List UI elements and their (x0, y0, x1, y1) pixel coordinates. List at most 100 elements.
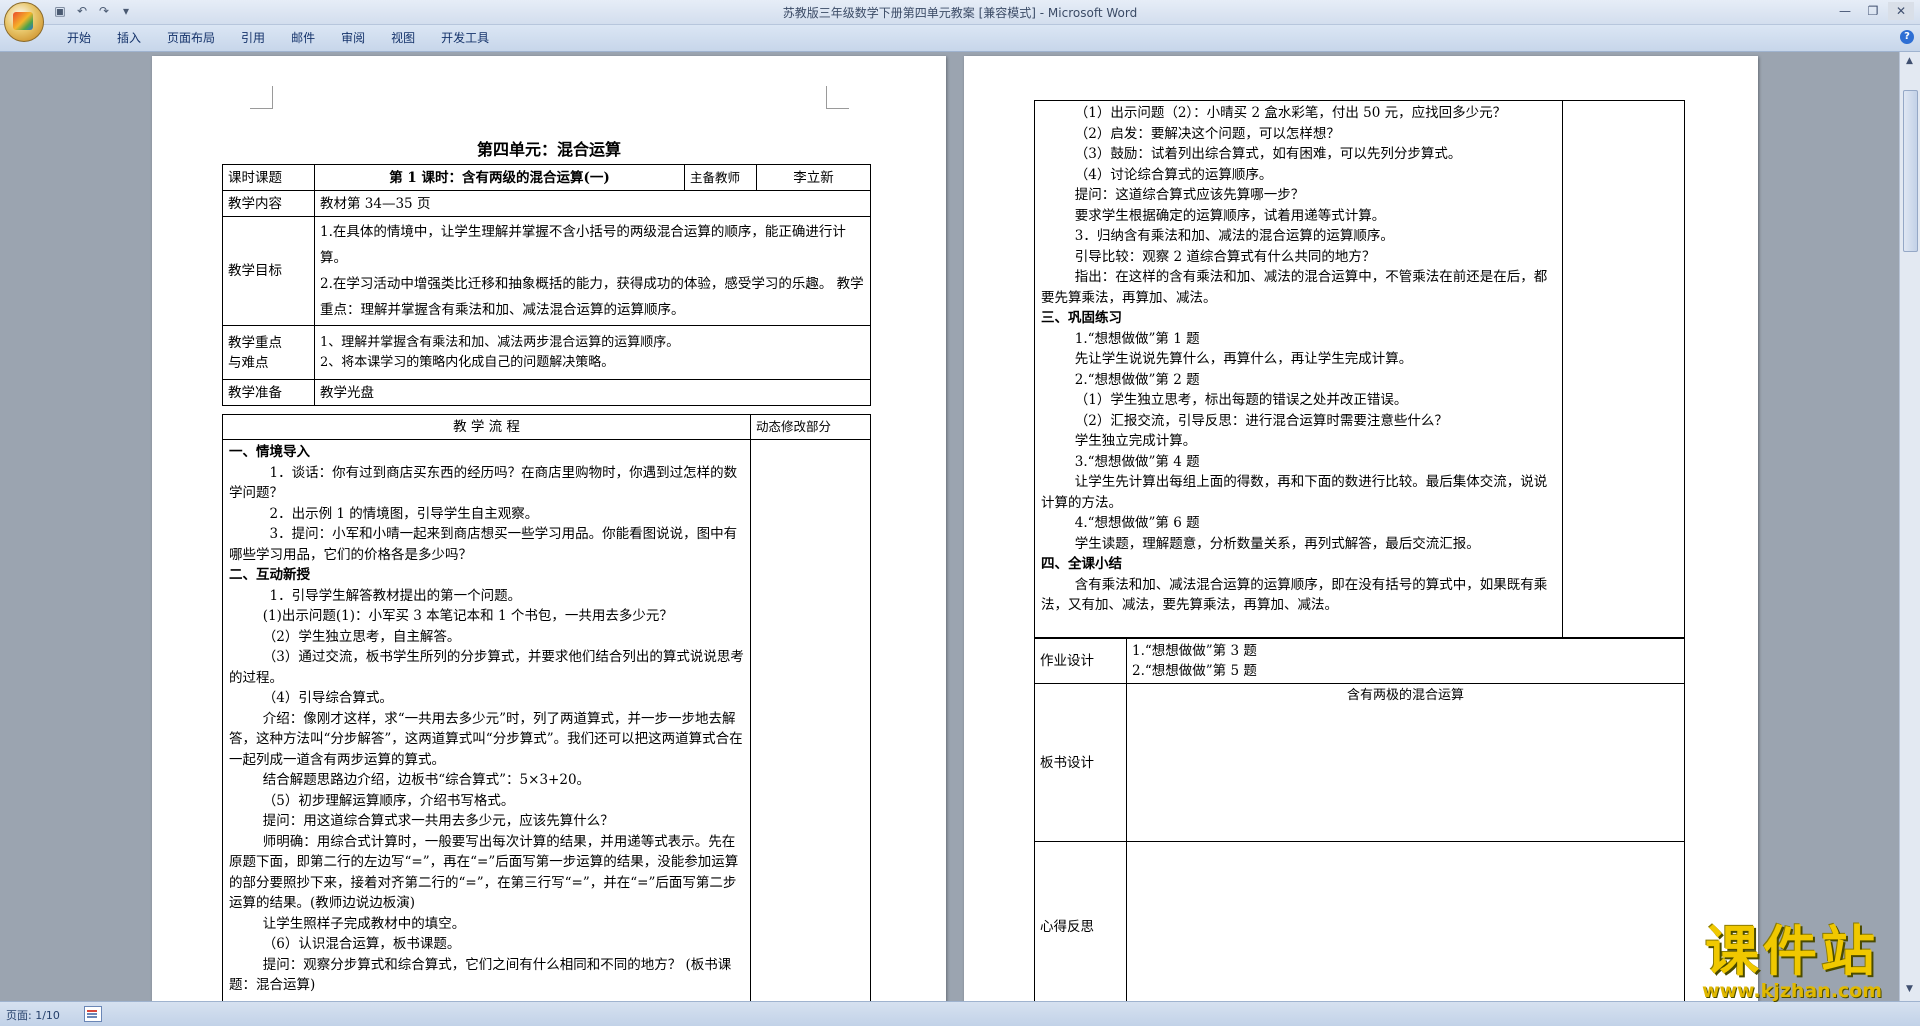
ribbon-tab[interactable]: 审阅 (328, 25, 378, 51)
flow-paragraph: 介绍：像刚才这样，求“一共用去多少元”时，列了两道算式，并一步一步地去解答，这种… (229, 710, 743, 768)
goals-cell[interactable]: 1.在具体的情境中，让学生理解并掌握不含小括号的两级混合运算的顺序，能正确进行计… (314, 216, 871, 326)
flow-paragraph: 1．引导学生解答教材提出的第一个问题。 (269, 587, 522, 604)
section-heading: 三、巩固练习 (1041, 310, 1122, 326)
ribbon-tab[interactable]: 视图 (378, 25, 428, 51)
revise-header: 动态修改部分 (750, 414, 871, 440)
watermark-url: www.kjzhan.com (1701, 980, 1883, 1002)
goal-line: 1.在具体的情境中，让学生理解并掌握不含小括号的两级混合运算的顺序，能正确进行计… (320, 224, 846, 266)
ribbon-tabs: 开始 插入 页面布局 引用 邮件 审阅 视图 开发工具 (54, 25, 502, 51)
maximize-icon[interactable]: ❐ (1860, 2, 1886, 20)
lesson-info-table: 课时课题 第 1 课时：含有两级的混合运算(一) 主备教师 李立新 教学内容 教… (222, 164, 871, 406)
flow-paragraph: 提问：用这道综合算式求一共用去多少元，应该先算什么？ (262, 813, 614, 829)
flow-paragraph: 2．出示例 1 的情境图，引导学生自主观察。 (269, 505, 539, 522)
prep-label: 教学准备 (222, 379, 315, 406)
flow-paragraph: （4）引导综合算式。 (262, 690, 393, 706)
reflection-cell[interactable] (1126, 841, 1685, 1001)
page-1: 第四单元：混合运算 课时课题 第 1 课时：含有两级的混合运算(一) 主备教师 … (152, 56, 946, 1001)
goal-line: 2.在学习活动中增强类比迁移和抽象概括的能力，获得成功的体验，感受学习的乐趣。 … (320, 276, 864, 318)
flow-paragraph: （2）启发：要解决这个问题，可以怎样想？ (1074, 125, 1340, 142)
revise-cell[interactable] (750, 439, 871, 1001)
help-icon[interactable]: ? (1900, 30, 1914, 44)
flow-paragraph: 指出：在这样的含有乘法和加、减法的混合运算中，不管乘法在前还是在后，都要先算乘法… (1041, 269, 1548, 306)
content-value[interactable]: 教材第 34—35 页 (314, 190, 871, 217)
content-label: 教学内容 (222, 190, 315, 217)
ribbon-tab[interactable]: 开始 (54, 25, 104, 51)
flow-paragraph: （3）通过交流，板书学生所列的分步算式，并要求他们结合列出的算式说说思考的过程。 (229, 649, 744, 686)
reflection-label: 心得反思 (1034, 841, 1127, 1001)
flow-paragraph: 3．归纳含有乘法和加、减法的混合运算的运算顺序。 (1074, 228, 1394, 244)
ribbon-tab[interactable]: 邮件 (278, 25, 328, 51)
section-heading: 四、全课小结 (1041, 556, 1122, 572)
scrollbar-thumb[interactable] (1903, 90, 1918, 252)
homework-board-table: 作业设计 1.“想想做做”第 3 题 2.“想想做做”第 5 题 板书设计 含有… (1034, 638, 1685, 1001)
title-bar: ▣ ↶ ↷ ▾ 苏教版三年级数学下册第四单元教案 [兼容模式] - Micros… (0, 0, 1920, 25)
close-icon[interactable]: ✕ (1888, 2, 1914, 20)
ribbon-tab[interactable]: 页面布局 (154, 25, 228, 51)
document-title: 第四单元：混合运算 (476, 140, 621, 159)
flow-paragraph: 2.“想想做做”第 2 题 (1074, 371, 1200, 388)
homework-line: 2.“想想做做”第 5 题 (1132, 663, 1257, 679)
homework-line: 1.“想想做做”第 3 题 (1132, 643, 1257, 659)
flow-paragraph: 4.“想想做做”第 6 题 (1074, 515, 1200, 531)
vertical-scrollbar[interactable]: ▲ ▼ (1899, 52, 1920, 1001)
section-heading: 二、互动新授 (229, 567, 310, 583)
flow-continued-table: （1）出示问题（2）：小晴买 2 盒水彩笔，付出 50 元，应找回多少元？ （2）… (1034, 100, 1685, 638)
flow-paragraph: （1）学生独立思考，标出每题的错误之处并改正错误。 (1074, 392, 1408, 408)
proofing-icon[interactable] (84, 1006, 102, 1022)
flow-content: （1）出示问题（2）：小晴买 2 盒水彩笔，付出 50 元，应找回多少元？ （2）… (1035, 101, 1562, 618)
flow-cell[interactable]: 一、情境导入 1．谈话：你有过到商店买东西的经历吗？在商店里购物时，你遇到过怎样的… (222, 439, 751, 1001)
office-logo-icon (13, 12, 33, 30)
lesson-label: 课时课题 (222, 164, 315, 191)
flow-paragraph: （5）初步理解运算顺序，介绍书写格式。 (262, 792, 515, 809)
ribbon-tab[interactable]: 开发工具 (428, 25, 502, 51)
teacher-value[interactable]: 李立新 (756, 164, 871, 191)
lesson-value[interactable]: 第 1 课时：含有两级的混合运算(一) (314, 164, 685, 191)
ribbon-tab[interactable]: 插入 (104, 25, 154, 51)
keypoint-line: 1、理解并掌握含有乘法和加、减法两步混合运算的运算顺序。 (320, 334, 680, 350)
ribbon: 开始 插入 页面布局 引用 邮件 审阅 视图 开发工具 ? (0, 25, 1920, 52)
crop-mark (250, 86, 273, 109)
flow-paragraph: 提问：这道综合算式应该先算哪一步？ (1074, 187, 1305, 203)
page-2: （1）出示问题（2）：小晴买 2 盒水彩笔，付出 50 元，应找回多少元？ （2）… (964, 56, 1758, 1001)
goals-label: 教学目标 (222, 216, 315, 326)
office-button[interactable] (4, 2, 44, 42)
flow-paragraph: 含有乘法和加、减法混合运算的运算顺序，即在没有括号的算式中，如果既有乘法，又有加… (1041, 576, 1548, 614)
flow-paragraph: 3.“想想做做”第 4 题 (1074, 453, 1200, 470)
flow-paragraph: 1．谈话：你有过到商店买东西的经历吗？在商店里购物时，你遇到过怎样的数学问题？ (229, 464, 738, 502)
document-workspace: 第四单元：混合运算 课时课题 第 1 课时：含有两级的混合运算(一) 主备教师 … (0, 52, 1900, 1001)
watermark-text: 课件站 (1705, 920, 1879, 983)
homework-label: 作业设计 (1034, 638, 1127, 684)
flow-paragraph: 3．提问：小军和小晴一起来到商店想买一些学习用品。你能看图说说，图中有哪些学习用… (229, 526, 738, 563)
flow-paragraph: （4）讨论综合算式的运算顺序。 (1074, 166, 1273, 183)
flow-cell[interactable]: （1）出示问题（2）：小晴买 2 盒水彩笔，付出 50 元，应找回多少元？ （2）… (1034, 100, 1563, 638)
status-bar: 页面: 1/10 (0, 1001, 1920, 1026)
flow-paragraph: 让学生先计算出每组上面的得数，再和下面的数进行比较。最后集体交流，说说计算的方法… (1041, 474, 1548, 511)
flow-paragraph: 学生读题，理解题意，分析数量关系，再列式解答，最后交流汇报。 (1074, 535, 1480, 552)
keypoints-label: 教学重点 与难点 (222, 325, 315, 380)
flow-paragraph: (1)出示问题(1)：小军买 3 本笔记本和 1 个书包，一共用去多少元？ (262, 608, 673, 624)
board-label: 板书设计 (1034, 683, 1127, 842)
homework-cell[interactable]: 1.“想想做做”第 3 题 2.“想想做做”第 5 题 (1126, 638, 1685, 684)
flow-paragraph: 1.“想想做做”第 1 题 (1074, 330, 1200, 347)
revise-cell[interactable] (1562, 100, 1685, 638)
flow-paragraph: （3）鼓励：试着列出综合算式，如有困难，可以先列分步算式。 (1074, 146, 1462, 162)
flow-paragraph: 学生独立完成计算。 (1074, 433, 1197, 449)
keypoints-label-line: 教学重点 (228, 334, 282, 351)
flow-paragraph: （1）出示问题（2）：小晴买 2 盒水彩笔，付出 50 元，应找回多少元？ (1074, 105, 1507, 121)
watermark-logo: 课件站 www.kjzhan.com (1672, 924, 1912, 1006)
ribbon-tab[interactable]: 引用 (228, 25, 278, 51)
prep-value[interactable]: 教学光盘 (314, 379, 871, 406)
flow-header: 教 学 流 程 (222, 414, 751, 440)
flow-paragraph: 引导比较：观察 2 道综合算式有什么共同的地方？ (1074, 248, 1376, 265)
keypoints-cell[interactable]: 1、理解并掌握含有乘法和加、减法两步混合运算的运算顺序。 2、将本课学习的策略内… (314, 325, 871, 380)
page-indicator[interactable]: 页面: 1/10 (6, 1007, 60, 1023)
teacher-label: 主备教师 (684, 164, 757, 191)
scroll-up-icon[interactable]: ▲ (1903, 56, 1916, 69)
flow-paragraph: 提问：观察分步算式和综合算式，它们之间有什么相同和不同的地方？ (板书课题：混合… (229, 956, 732, 994)
minimize-icon[interactable]: — (1832, 2, 1858, 20)
board-cell[interactable]: 含有两极的混合运算 (1126, 683, 1685, 842)
crop-mark (826, 86, 849, 109)
flow-paragraph: （2）学生独立思考，自主解答。 (262, 628, 461, 645)
flow-paragraph: 结合解题思路边介绍，边板书“综合算式”：5×3+20。 (262, 772, 591, 788)
board-title: 含有两极的混合运算 (1346, 688, 1464, 703)
